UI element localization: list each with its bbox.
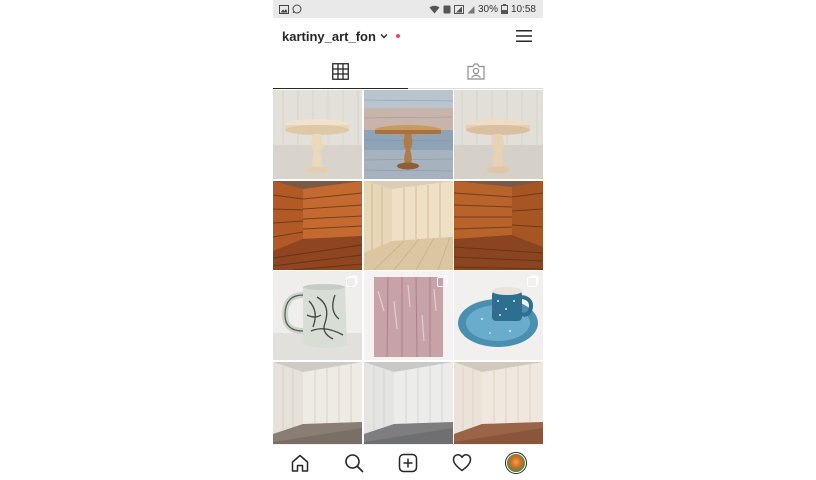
post-thumbnail-corner-backdrop-dark-wood[interactable] xyxy=(454,180,543,270)
profile-header: kartiny_art_fon xyxy=(273,18,543,54)
post-thumbnail-corner-backdrop-white-wood[interactable] xyxy=(363,361,453,444)
post-thumbnail-cake-stand-wooden[interactable] xyxy=(363,90,453,179)
profile-avatar xyxy=(505,451,527,474)
activity-heart-icon xyxy=(452,453,472,472)
wifi-icon xyxy=(429,5,440,13)
post-thumbnail-corner-backdrop-dark-wood[interactable] xyxy=(273,180,362,270)
account-switcher[interactable]: kartiny_art_fon xyxy=(282,29,400,44)
signal-icon xyxy=(467,5,475,13)
tagged-person-icon xyxy=(466,62,485,80)
whatsapp-icon xyxy=(292,4,302,14)
post-thumbnail-corner-backdrop-light-wood[interactable] xyxy=(363,180,453,270)
nav-home[interactable] xyxy=(287,450,313,476)
notification-dot xyxy=(395,34,400,38)
clock: 10:58 xyxy=(510,3,536,15)
nav-new-post[interactable] xyxy=(395,450,421,476)
post-thumbnail-corner-backdrop-white-wood[interactable] xyxy=(273,361,362,444)
multi-image-icon xyxy=(436,277,447,287)
instagram-profile-screen: 30% 10:58 kartiny_art_fon xyxy=(273,0,543,480)
post-thumbnail-blue-cup-plate[interactable] xyxy=(454,271,543,360)
battery-percent: 30% xyxy=(477,3,498,15)
home-icon xyxy=(291,454,309,472)
nav-activity[interactable] xyxy=(449,450,475,476)
new-post-icon xyxy=(398,453,418,472)
tab-tagged[interactable] xyxy=(408,54,543,88)
nfc-icon xyxy=(443,5,451,13)
chevron-down-icon xyxy=(380,34,388,39)
tab-posts-grid[interactable] xyxy=(273,54,408,89)
post-thumbnail-pink-wood-board[interactable] xyxy=(363,271,453,360)
bottom-navigation xyxy=(273,444,543,480)
nav-search[interactable] xyxy=(341,450,367,476)
gallery-icon xyxy=(279,4,289,14)
username: kartiny_art_fon xyxy=(282,28,376,44)
profile-tabs xyxy=(273,54,543,89)
multi-image-icon xyxy=(346,277,356,287)
status-bar: 30% 10:58 xyxy=(273,0,543,18)
signal-icon xyxy=(453,4,464,14)
post-thumbnail-cake-stand[interactable] xyxy=(273,90,362,179)
battery-icon xyxy=(500,4,508,14)
post-thumbnail-cake-stand[interactable] xyxy=(454,90,543,179)
nav-profile[interactable] xyxy=(503,450,529,476)
search-icon xyxy=(345,453,364,472)
posts-grid xyxy=(273,90,543,444)
post-thumbnail-ceramic-mug[interactable] xyxy=(273,271,362,360)
post-thumbnail-corner-backdrop-white-wood[interactable] xyxy=(454,361,543,444)
multi-image-icon xyxy=(527,277,537,287)
grid-icon xyxy=(332,62,349,80)
hamburger-icon[interactable] xyxy=(516,29,532,43)
